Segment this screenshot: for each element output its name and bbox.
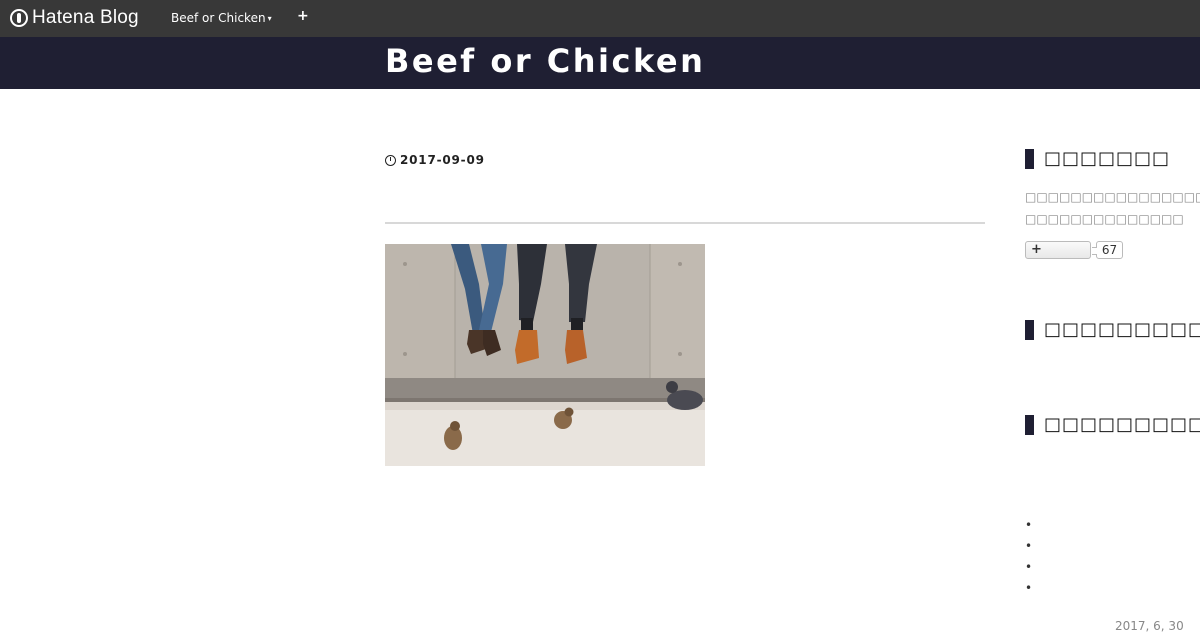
recent-heading-text: □□□□□□□□□□□□ bbox=[1044, 414, 1200, 435]
sidebar-heading-recent: □□□□□□□□□□□□ bbox=[1025, 414, 1200, 435]
recent-entries-list bbox=[1025, 518, 1032, 602]
heading-accent-bar bbox=[1025, 319, 1034, 340]
caret-down-icon: ▾ bbox=[267, 13, 272, 23]
sidebar-heading-search: □□□□□□□□□ bbox=[1025, 319, 1200, 340]
profile-description-line: □□□□□□□□□□□□□□□□□□□□□□□□□□ bbox=[1025, 190, 1200, 204]
entry-photo[interactable] bbox=[385, 244, 705, 466]
plus-icon: + bbox=[1031, 242, 1042, 257]
profile-heading-text: □□□□□□□ bbox=[1044, 148, 1171, 169]
hatena-blog-logo[interactable]: Hatena Blog bbox=[10, 7, 139, 29]
heading-accent-bar bbox=[1025, 148, 1034, 169]
list-item[interactable] bbox=[1025, 581, 1032, 602]
entry-date[interactable]: 2017-09-09 bbox=[385, 153, 485, 167]
subscriber-count[interactable]: 67 bbox=[1092, 241, 1123, 259]
blog-header: Beef or Chicken bbox=[0, 37, 1200, 89]
entry-divider bbox=[385, 222, 985, 224]
list-item[interactable] bbox=[1025, 560, 1032, 581]
plus-icon: + bbox=[297, 8, 309, 24]
add-post-button[interactable]: + bbox=[297, 8, 309, 24]
search-heading-text: □□□□□□□□□ bbox=[1044, 319, 1200, 340]
archive-date[interactable]: 2017, 6, 30 bbox=[1115, 619, 1184, 633]
blog-menu-label: Beef or Chicken bbox=[171, 11, 266, 25]
sidebar-heading-profile: □□□□□□□ bbox=[1025, 148, 1170, 169]
blog-title[interactable]: Beef or Chicken bbox=[385, 42, 705, 80]
blog-menu-dropdown[interactable]: Beef or Chicken ▾ bbox=[171, 11, 272, 25]
list-item[interactable] bbox=[1025, 518, 1032, 539]
subscribe-button[interactable]: + bbox=[1025, 241, 1091, 259]
logo-text: Hatena Blog bbox=[32, 7, 139, 28]
clock-icon bbox=[385, 154, 396, 166]
profile-description: □□□□□□□□□□□□□□□□□□□□□□□□□□ □□□□□□□□□□□□□… bbox=[1025, 186, 1200, 230]
global-header: Hatena Blog Beef or Chicken ▾ + bbox=[0, 0, 1200, 37]
hatena-logo-icon bbox=[10, 9, 28, 27]
photo-illustration bbox=[385, 244, 705, 466]
heading-accent-bar bbox=[1025, 414, 1034, 435]
list-item[interactable] bbox=[1025, 539, 1032, 560]
profile-description-line: □□□□□□□□□□□□□□ bbox=[1025, 212, 1184, 226]
entry-date-text: 2017-09-09 bbox=[400, 153, 485, 167]
